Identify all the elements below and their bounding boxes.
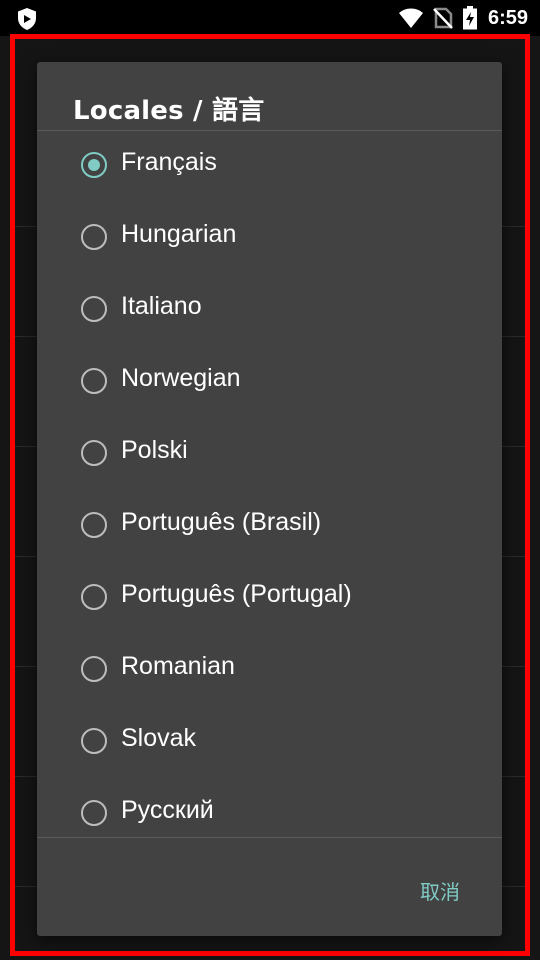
status-icons: 6:59 — [398, 6, 528, 30]
wifi-icon — [398, 8, 423, 28]
locale-label: Slovak — [121, 724, 197, 752]
radio-unchecked-icon[interactable] — [81, 656, 107, 682]
locale-label: Português (Brasil) — [121, 508, 322, 536]
locale-label: Português (Portugal) — [121, 580, 352, 608]
locale-label: Italiano — [121, 292, 202, 320]
locale-option[interactable]: Русский — [37, 779, 502, 837]
locale-option[interactable]: Italiano — [37, 275, 502, 347]
shield-icon — [18, 8, 36, 30]
radio-unchecked-icon[interactable] — [81, 728, 107, 754]
cancel-button[interactable]: 取消 — [416, 874, 464, 907]
actions-divider — [37, 837, 502, 838]
locale-option[interactable]: Português (Brasil) — [37, 491, 502, 563]
radio-unchecked-icon[interactable] — [81, 584, 107, 610]
locale-list[interactable]: Français Hungarian Italiano Norwegian Po… — [37, 131, 502, 837]
status-bar: 6:59 — [0, 0, 540, 36]
locale-label: Hungarian — [121, 220, 237, 248]
locale-option[interactable]: Romanian — [37, 635, 502, 707]
locale-label: Polski — [121, 436, 188, 464]
no-sim-icon — [433, 7, 453, 29]
locale-option[interactable]: Polski — [37, 419, 502, 491]
locale-label: Français — [121, 148, 217, 176]
locale-option[interactable]: Slovak — [37, 707, 502, 779]
locale-label: Norwegian — [121, 364, 241, 392]
dialog-title: Locales / 語言 — [73, 96, 265, 126]
radio-unchecked-icon[interactable] — [81, 368, 107, 394]
radio-unchecked-icon[interactable] — [81, 800, 107, 826]
radio-unchecked-icon[interactable] — [81, 224, 107, 250]
radio-checked-icon[interactable] — [81, 152, 107, 178]
locale-option[interactable]: Norwegian — [37, 347, 502, 419]
locale-option[interactable]: Português (Portugal) — [37, 563, 502, 635]
locale-option[interactable]: Hungarian — [37, 203, 502, 275]
locale-label: Русский — [121, 796, 214, 824]
locales-dialog: Locales / 語言 Français Hungarian Italiano… — [37, 62, 502, 936]
locale-option[interactable]: Français — [37, 131, 502, 203]
radio-unchecked-icon[interactable] — [81, 512, 107, 538]
radio-unchecked-icon[interactable] — [81, 440, 107, 466]
locale-label: Romanian — [121, 652, 235, 680]
radio-unchecked-icon[interactable] — [81, 296, 107, 322]
battery-charging-icon — [462, 6, 477, 30]
clock: 6:59 — [487, 6, 528, 29]
